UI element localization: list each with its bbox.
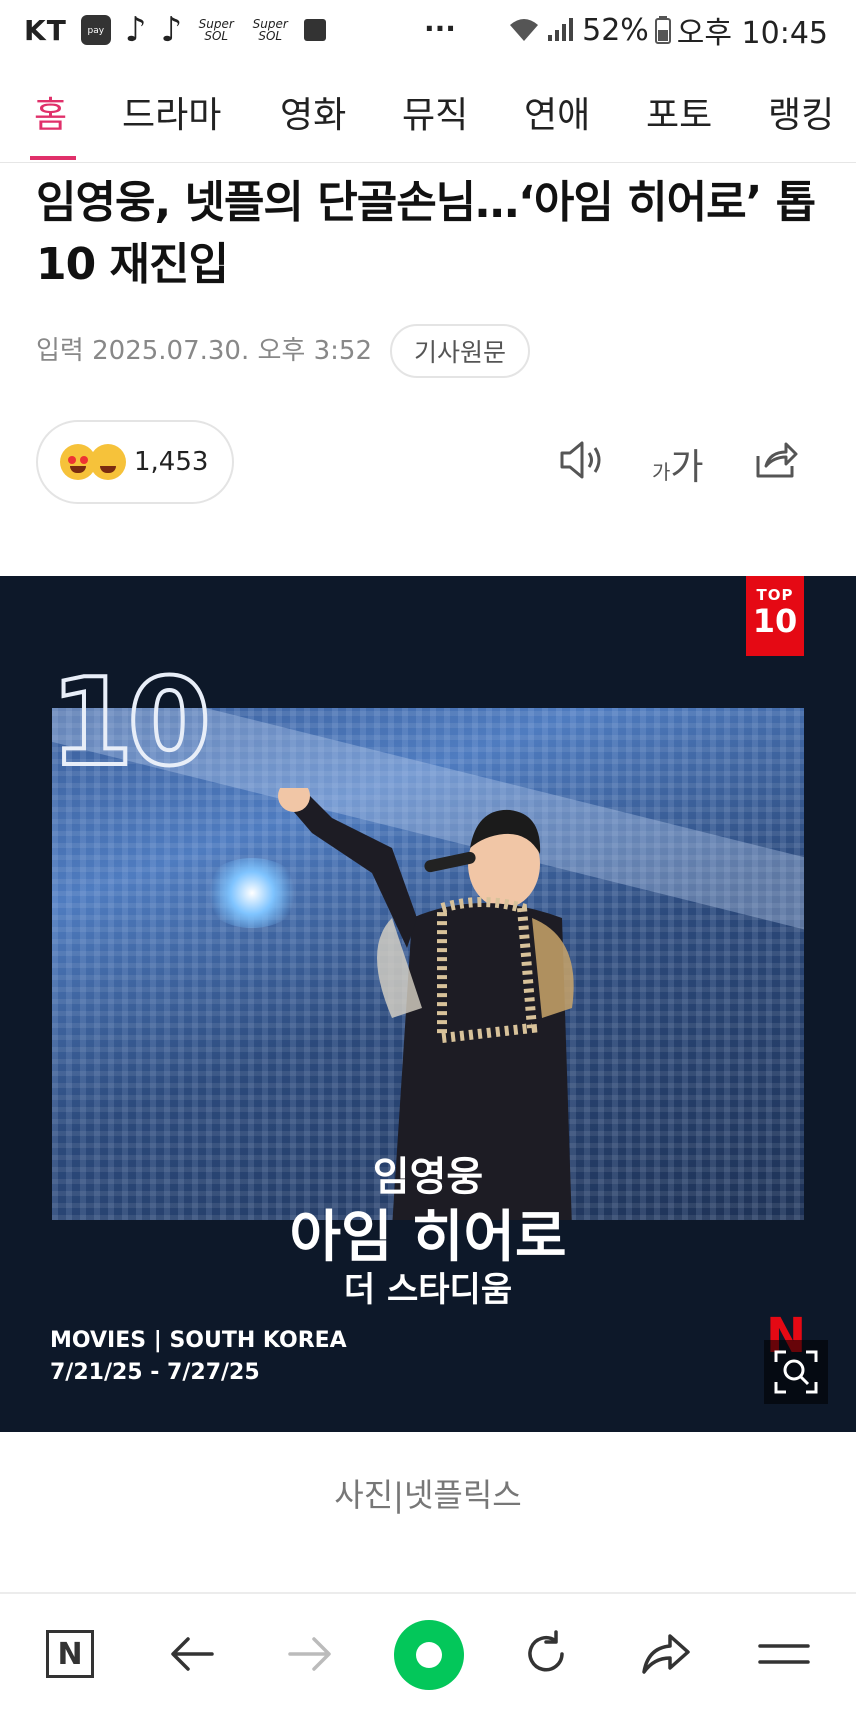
font-big-label: 가: [670, 447, 704, 488]
refresh-icon: [528, 1630, 564, 1672]
input-label: 입력: [36, 336, 84, 366]
tab-movie[interactable]: 영화: [280, 86, 346, 138]
original-article-button[interactable]: 기사원문: [390, 324, 531, 378]
menu-button[interactable]: [752, 1622, 816, 1686]
forward-button[interactable]: [278, 1622, 342, 1686]
battery-percent: 52%: [582, 12, 649, 48]
back-button[interactable]: [160, 1622, 224, 1686]
speaker-icon: [560, 441, 601, 479]
arrow-left-icon: [171, 1637, 214, 1671]
category-tabs: 홈 드라마 영화 뮤직 연애 포토 랭킹: [0, 66, 856, 163]
poster-title-main: 아임 히어로: [289, 1205, 567, 1270]
chat-notification-icon: [304, 19, 327, 41]
super-sol-icon: Super SOL: [198, 17, 234, 43]
active-tab-indicator: [30, 156, 76, 160]
hamburger-menu-icon: [758, 1644, 810, 1664]
forward-share-icon: [642, 1634, 690, 1674]
netflix-top10-badge: TOP 10: [746, 576, 804, 656]
tab-entertainment[interactable]: 연애: [524, 86, 590, 138]
poster-dates: 7/21/25 - 7/27/25: [50, 1360, 260, 1385]
tab-home[interactable]: 홈: [34, 86, 67, 138]
laughing-emoji-icon: [90, 444, 126, 480]
article-meta: 입력 2025.07.30. 오후 3:52: [36, 330, 372, 367]
poster-category: MOVIES | SOUTH KOREA: [50, 1328, 347, 1353]
battery-icon: [654, 16, 671, 44]
font-small-label: 가: [652, 460, 671, 484]
clock: 오후 10:45: [676, 16, 828, 51]
carrier-label: KT: [24, 13, 67, 47]
share-page-button[interactable]: [634, 1622, 698, 1686]
article-date: 2025.07.30. 오후 3:52: [92, 336, 372, 366]
badge-top-label: TOP: [756, 586, 794, 604]
zoom-image-button[interactable]: [764, 1340, 828, 1404]
signal-icon: [548, 18, 574, 41]
tab-photo[interactable]: 포토: [646, 86, 712, 138]
naver-n-icon: N: [46, 1630, 94, 1678]
share-icon: [756, 442, 798, 478]
article-photo[interactable]: 10 TOP 10 임영웅 아임 히어로 더 스타디움 MOVIES | SOU…: [0, 576, 856, 1432]
badge-number: 10: [752, 602, 798, 640]
tiktok-icon-2: ♪: [160, 10, 183, 50]
more-notifications-icon: ···: [424, 12, 456, 45]
tts-speaker-button[interactable]: [558, 438, 606, 486]
browser-bottom-bar: N: [0, 1592, 856, 1714]
pay-label: pay: [87, 26, 105, 36]
green-dot-icon: [416, 1642, 442, 1668]
zoom-search-icon: [774, 1350, 818, 1394]
wifi-icon: [510, 19, 539, 41]
super-sol-icon-2: Super SOL: [252, 17, 288, 43]
refresh-button[interactable]: [514, 1622, 578, 1686]
status-bar: KT pay ♪ ♪ Super SOL Super SOL ··· 52% 오…: [0, 0, 856, 60]
naver-home-button[interactable]: N: [38, 1622, 102, 1686]
poster-title-sub: 더 스타디움: [343, 1270, 513, 1310]
reaction-count: 1,453: [134, 447, 209, 477]
tiktok-icon: ♪: [124, 10, 147, 50]
tab-ranking[interactable]: 랭킹: [768, 86, 834, 138]
font-size-button[interactable]: 가가: [652, 438, 704, 490]
reaction-button[interactable]: 1,453: [36, 420, 234, 504]
stage-light: [202, 858, 302, 928]
photo-caption: 사진|넷플릭스: [334, 1476, 522, 1514]
tab-music[interactable]: 뮤직: [402, 86, 468, 138]
article-headline: 임영웅, 넷플의 단골손님…‘아임 히어로’ 톱10 재진입: [36, 177, 816, 290]
green-dot-button[interactable]: [394, 1620, 464, 1690]
tab-drama[interactable]: 드라마: [122, 86, 221, 138]
arrow-right-icon: [288, 1637, 331, 1671]
top10-big-number: 10: [48, 652, 213, 795]
share-button[interactable]: [752, 438, 800, 486]
pay-app-icon: pay: [80, 15, 111, 45]
